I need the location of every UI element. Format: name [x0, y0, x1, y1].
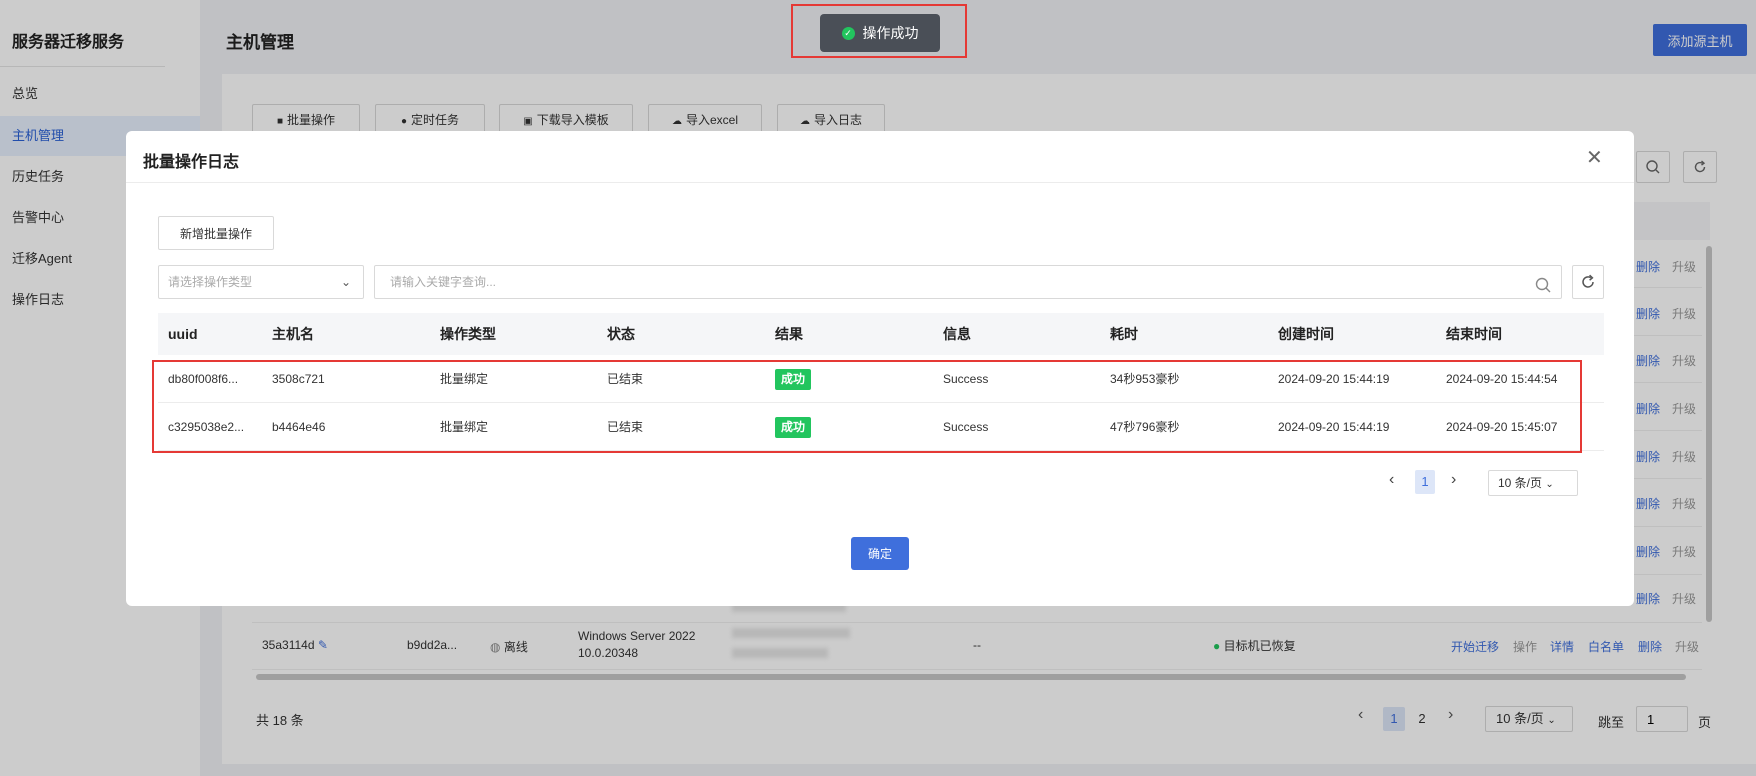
log-table-header: uuid 主机名 操作类型 状态 结果 信息 耗时 创建时间 结束时间 — [158, 313, 1604, 355]
close-icon[interactable]: ✕ — [1586, 145, 1603, 170]
keyword-search-input[interactable]: 请输入关键字查询... — [374, 265, 1562, 299]
modal-refresh-button[interactable] — [1572, 265, 1604, 299]
batch-log-modal: 批量操作日志 ✕ 新增批量操作 请选择操作类型 ⌄ 请输入关键字查询... uu… — [126, 131, 1634, 606]
column-header-info: 信息 — [943, 326, 971, 342]
success-toast: ✓ 操作成功 — [820, 14, 940, 52]
page-size-select[interactable]: 10 条/页 ⌄ — [1488, 470, 1578, 496]
success-check-icon: ✓ — [841, 26, 855, 40]
column-header-host: 主机名 — [272, 326, 314, 342]
new-batch-operation-button[interactable]: 新增批量操作 — [158, 216, 274, 250]
rows-highlight-frame — [152, 360, 1582, 453]
modal-title: 批量操作日志 — [143, 154, 240, 171]
toast-message: 操作成功 — [862, 25, 919, 41]
column-header-ended: 结束时间 — [1446, 326, 1502, 342]
column-header-uuid: uuid — [168, 326, 198, 342]
search-icon[interactable] — [1535, 273, 1551, 305]
chevron-down-icon: ⌄ — [1545, 479, 1554, 490]
page-1-button[interactable]: 1 — [1415, 470, 1435, 494]
modal-header: 批量操作日志 ✕ — [126, 131, 1634, 183]
column-header-created: 创建时间 — [1278, 326, 1334, 342]
column-header-state: 状态 — [607, 326, 635, 342]
column-header-type: 操作类型 — [440, 326, 496, 342]
chevron-down-icon: ⌄ — [340, 275, 351, 289]
next-page-icon[interactable]: › — [1451, 471, 1456, 489]
column-header-duration: 耗时 — [1110, 326, 1138, 342]
operation-type-select[interactable]: 请选择操作类型 ⌄ — [158, 265, 364, 299]
column-header-result: 结果 — [775, 326, 803, 342]
refresh-icon — [1582, 274, 1594, 288]
confirm-button[interactable]: 确定 — [851, 537, 909, 570]
prev-page-icon[interactable]: ‹ — [1389, 471, 1394, 489]
